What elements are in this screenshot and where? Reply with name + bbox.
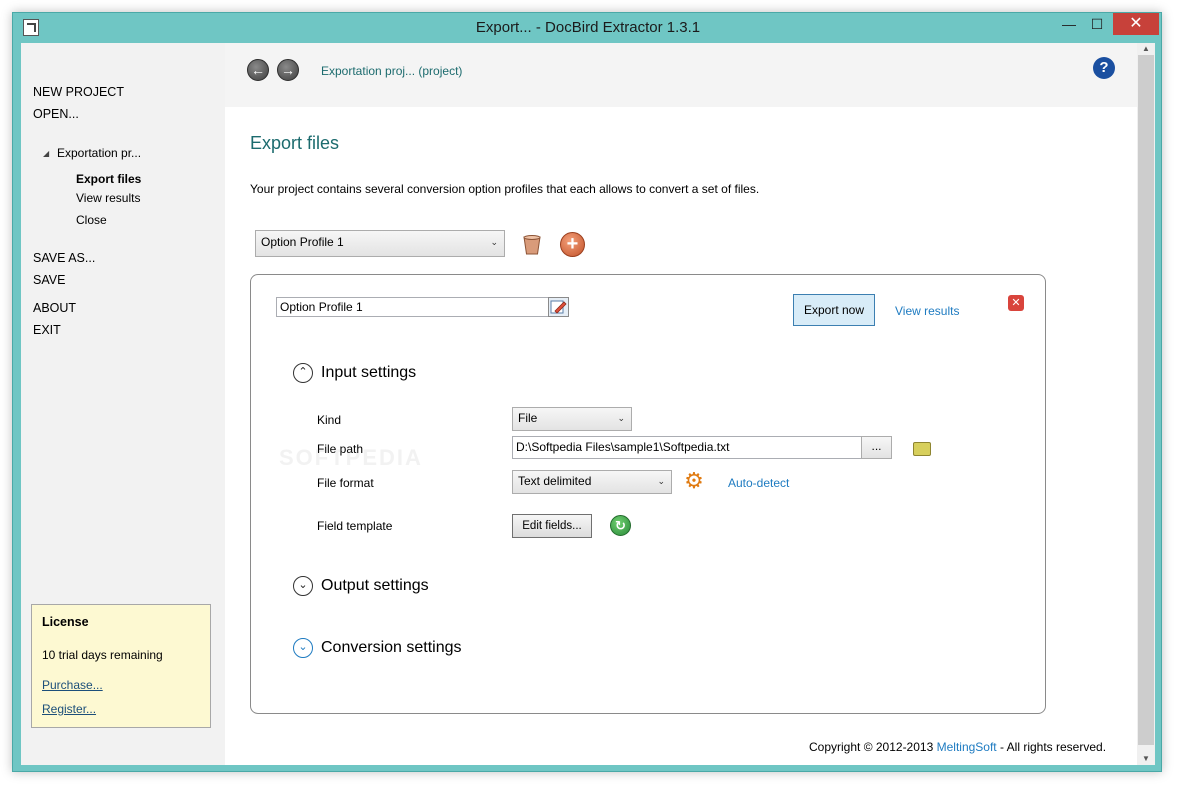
copyright-footer: Copyright © 2012-2013 MeltingSoft - All … — [809, 740, 1106, 754]
sidebar-item-exit[interactable]: EXIT — [33, 323, 61, 337]
folder-icon[interactable] — [913, 442, 931, 456]
brand-link[interactable]: MeltingSoft — [937, 740, 997, 754]
copyright-prefix: Copyright © 2012-2013 — [809, 740, 934, 754]
expand-conversion-settings-icon[interactable]: ⌄ — [293, 638, 313, 658]
output-settings-header[interactable]: Output settings — [321, 577, 429, 595]
help-icon[interactable]: ? — [1093, 57, 1115, 79]
sidebar-item-close[interactable]: Close — [76, 213, 107, 227]
app-window: Export... - DocBird Extractor 1.3.1 — ☐ … — [12, 12, 1162, 772]
sidebar-item-new-project[interactable]: NEW PROJECT — [33, 85, 124, 99]
file-format-select[interactable]: Text delimited ⌄ — [512, 470, 672, 494]
sidebar-item-open[interactable]: OPEN... — [33, 107, 79, 121]
conversion-settings-header[interactable]: Conversion settings — [321, 639, 462, 657]
license-status: 10 trial days remaining — [42, 648, 163, 662]
edit-fields-button[interactable]: Edit fields... — [512, 514, 592, 538]
view-results-link[interactable]: View results — [895, 304, 959, 318]
watermark: SOFTPEDIA — [279, 445, 423, 470]
kind-select-value: File — [518, 411, 538, 425]
close-button[interactable]: ✕ — [1113, 13, 1159, 35]
sidebar-item-view-results[interactable]: View results — [76, 191, 140, 205]
forward-arrow-icon[interactable]: → — [277, 59, 299, 81]
export-now-button[interactable]: Export now — [793, 294, 875, 326]
kind-label: Kind — [317, 413, 342, 427]
sidebar-item-save[interactable]: SAVE — [33, 273, 65, 287]
add-profile-icon[interactable]: + — [560, 232, 585, 257]
tree-expander-icon[interactable]: ◢ — [43, 149, 49, 158]
scroll-thumb[interactable] — [1138, 55, 1154, 745]
profile-name-input[interactable]: Option Profile 1 — [276, 297, 549, 317]
sidebar-item-export-files[interactable]: Export files — [76, 172, 141, 186]
chevron-down-icon: ⌄ — [617, 413, 625, 423]
chevron-down-icon: ⌄ — [657, 476, 665, 486]
file-path-input[interactable]: D:\Softpedia Files\sample1\Softpedia.txt — [512, 436, 862, 459]
rename-profile-icon[interactable] — [548, 297, 569, 317]
profile-panel: Option Profile 1 Export now View results… — [250, 274, 1046, 714]
browse-button[interactable]: ... — [861, 436, 892, 459]
page-title: Export files — [250, 133, 340, 153]
sidebar-item-exportation-project[interactable]: Exportation pr... — [57, 146, 141, 160]
kind-select[interactable]: File ⌄ — [512, 407, 632, 431]
profile-select-value: Option Profile 1 — [261, 235, 344, 249]
page-description: Your project contains several conversion… — [250, 182, 760, 196]
input-settings-header[interactable]: Input settings — [321, 364, 416, 382]
file-format-select-value: Text delimited — [518, 474, 592, 488]
scroll-down-icon[interactable]: ▼ — [1137, 753, 1155, 765]
minimize-button[interactable]: — — [1055, 13, 1083, 35]
auto-detect-link[interactable]: Auto-detect — [728, 476, 789, 490]
license-box: License 10 trial days remaining Purchase… — [31, 604, 211, 728]
back-arrow-icon[interactable]: ← — [247, 59, 269, 81]
sidebar: NEW PROJECT OPEN... ◢ Exportation pr... … — [21, 43, 225, 765]
file-format-label: File format — [317, 476, 374, 490]
scroll-up-icon[interactable]: ▲ — [1137, 43, 1155, 55]
refresh-icon[interactable]: ↻ — [610, 515, 631, 536]
delete-profile-icon[interactable] — [521, 234, 543, 256]
client-area: NEW PROJECT OPEN... ◢ Exportation pr... … — [21, 43, 1155, 765]
license-title: License — [42, 615, 89, 629]
expand-output-settings-icon[interactable]: ⌄ — [293, 576, 313, 596]
title-bar[interactable]: Export... - DocBird Extractor 1.3.1 — ☐ … — [13, 13, 1163, 43]
gear-icon[interactable]: ⚙ — [683, 470, 705, 492]
sidebar-item-save-as[interactable]: SAVE AS... — [33, 251, 95, 265]
window-title: Export... - DocBird Extractor 1.3.1 — [475, 19, 701, 36]
field-template-label: Field template — [317, 519, 393, 533]
maximize-button[interactable]: ☐ — [1083, 13, 1111, 35]
navigation-bar: ← → Exportation proj... (project) ? — [225, 43, 1137, 107]
profile-select[interactable]: Option Profile 1 ⌄ — [255, 230, 505, 257]
sidebar-item-about[interactable]: ABOUT — [33, 301, 76, 315]
chevron-down-icon: ⌄ — [490, 237, 498, 247]
copyright-suffix: - All rights reserved. — [999, 740, 1107, 754]
purchase-link[interactable]: Purchase... — [42, 678, 103, 692]
close-panel-icon[interactable]: ✕ — [1008, 295, 1024, 311]
vertical-scrollbar[interactable]: ▲ ▼ — [1137, 43, 1155, 765]
register-link[interactable]: Register... — [42, 702, 96, 716]
breadcrumb[interactable]: Exportation proj... (project) — [321, 64, 462, 78]
collapse-input-settings-icon[interactable]: ⌃ — [293, 363, 313, 383]
